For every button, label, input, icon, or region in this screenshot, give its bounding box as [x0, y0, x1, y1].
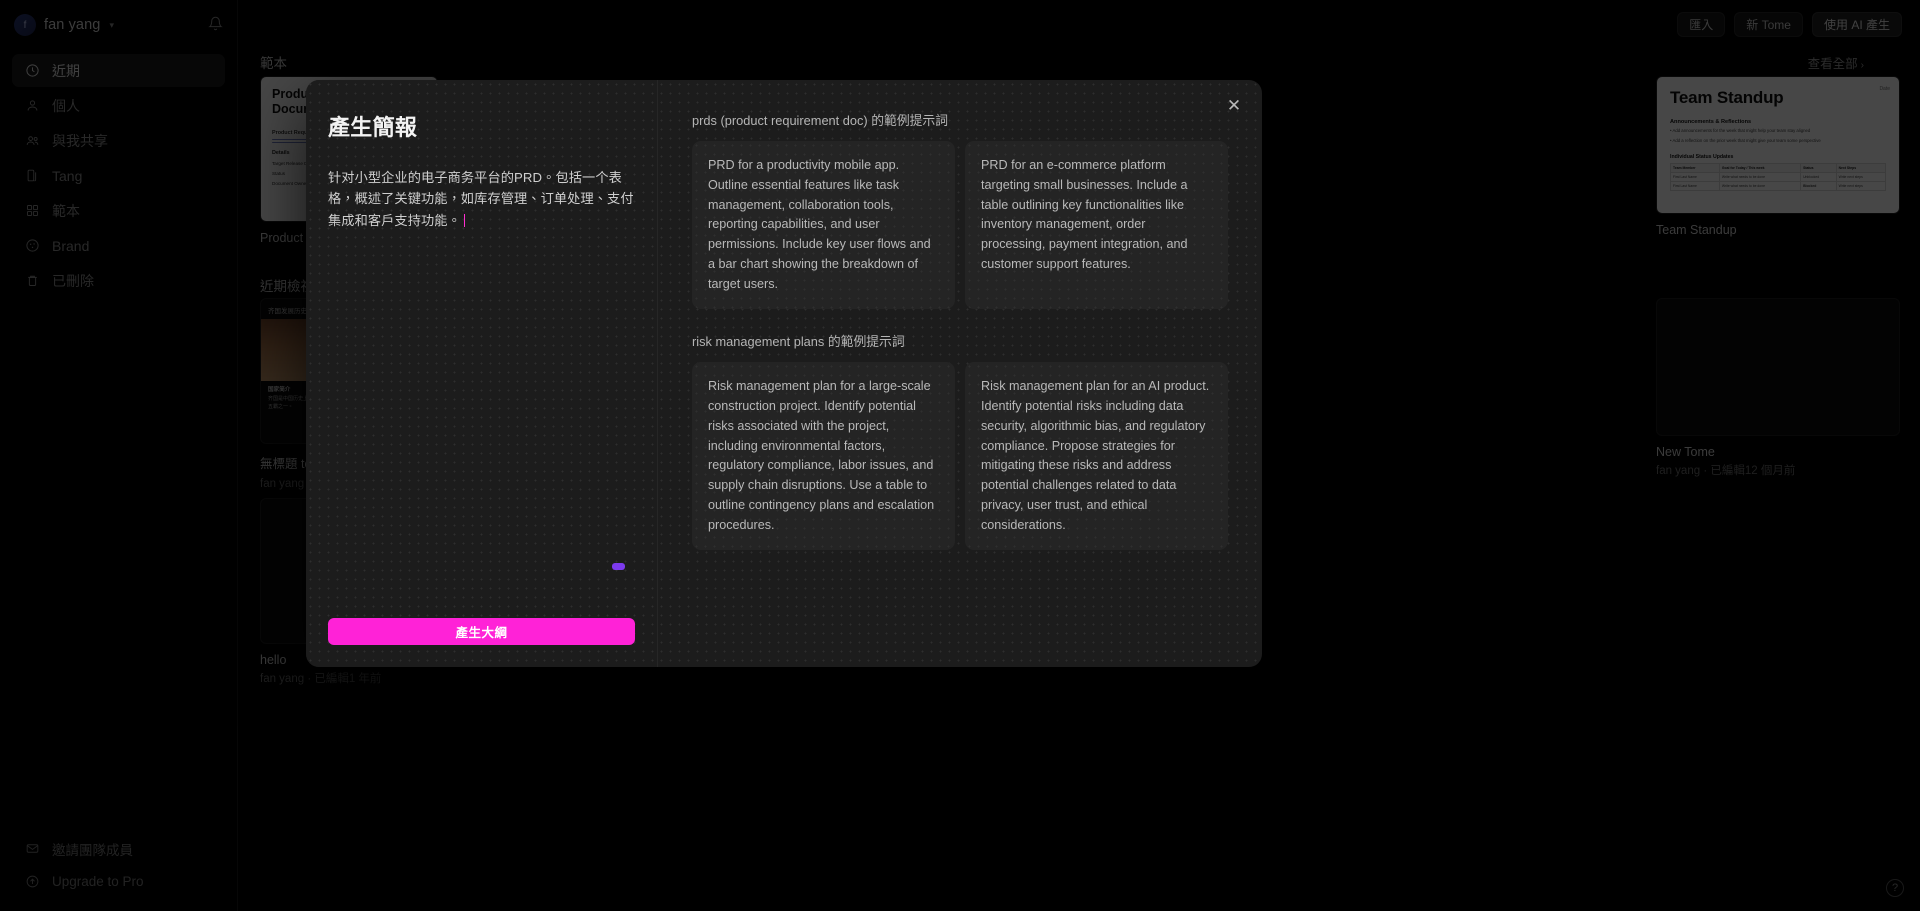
example-prompt-card[interactable]: Risk management plan for an AI product. … — [965, 362, 1228, 551]
generate-presentation-modal: ✕ 產生簡報 针对小型企业的电子商务平台的PRD。包括一个表格，概述了关键功能，… — [306, 80, 1262, 667]
prompt-text: 针对小型企业的电子商务平台的PRD。包括一个表格，概述了关键功能，如库存管理、订… — [328, 170, 634, 228]
close-icon[interactable]: ✕ — [1222, 94, 1246, 118]
example-prompt-card[interactable]: PRD for an e-commerce platform targeting… — [965, 141, 1228, 310]
example-prompt-card[interactable]: Risk management plan for a large-scale c… — [692, 362, 955, 551]
text-cursor — [463, 213, 466, 227]
prompt-input[interactable]: 针对小型企业的电子商务平台的PRD。包括一个表格，概述了关键功能，如库存管理、订… — [328, 167, 635, 618]
example-prompt-card[interactable]: PRD for a productivity mobile app. Outli… — [692, 141, 955, 310]
example-cards-grid: PRD for a productivity mobile app. Outli… — [692, 141, 1228, 310]
modal-title: 產生簡報 — [328, 115, 418, 140]
app-root: f fan yang ▾ 近期 個人 — [0, 0, 1920, 911]
ai-badge-icon — [612, 563, 625, 570]
modal-left-panel: 產生簡報 针对小型企业的电子商务平台的PRD。包括一个表格，概述了关键功能，如库… — [306, 80, 658, 667]
modal-right-panel: prds (product requirement doc) 的範例提示詞 PR… — [658, 80, 1262, 667]
example-cards-grid: Risk management plan for a large-scale c… — [692, 362, 1228, 551]
generate-outline-button[interactable]: 產生大綱 — [328, 618, 635, 645]
example-section-heading: risk management plans 的範例提示詞 — [692, 334, 905, 350]
example-section-heading: prds (product requirement doc) 的範例提示詞 — [692, 113, 949, 128]
